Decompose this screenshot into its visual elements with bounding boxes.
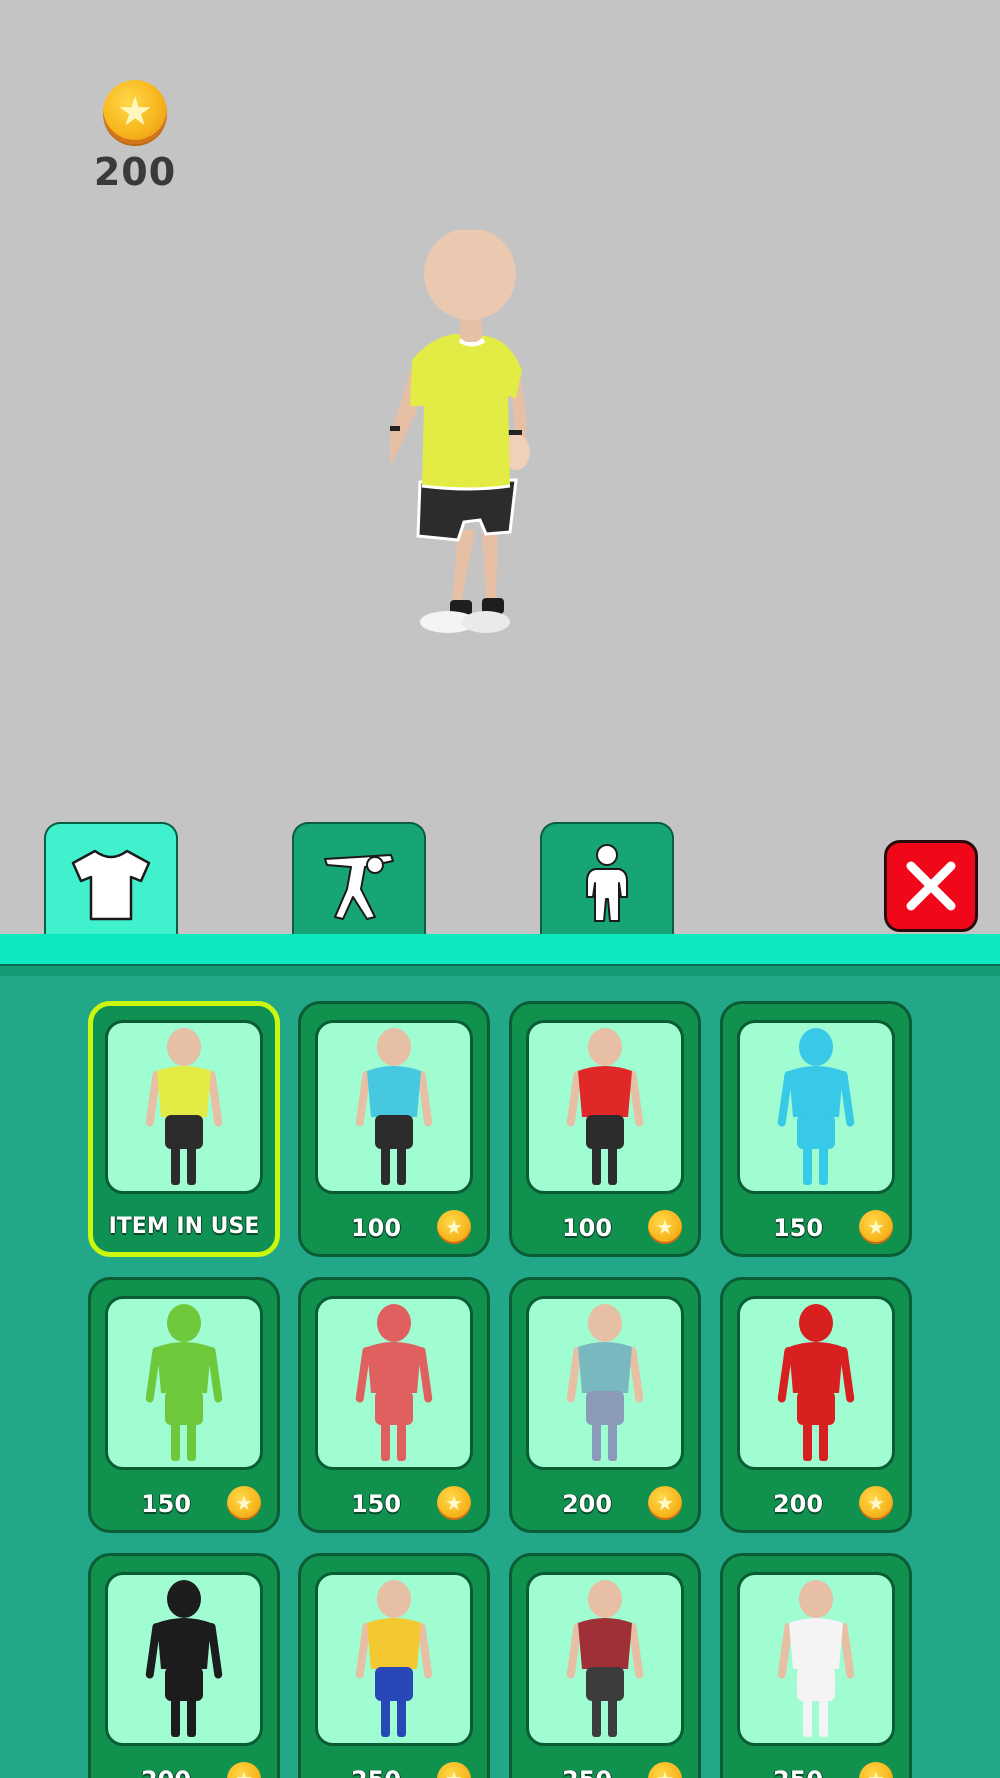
character-figure [566, 1028, 644, 1185]
star-coin-icon: ★ [859, 1486, 893, 1520]
character-figure [355, 1028, 433, 1185]
item-thumbnail [737, 1572, 895, 1746]
item-thumbnail [526, 1296, 684, 1470]
item-price: 200 [121, 1766, 211, 1778]
item-thumbnail [526, 1572, 684, 1746]
item-thumbnail [315, 1296, 473, 1470]
character-figure [777, 1580, 855, 1737]
item-card[interactable]: 250 ★ [509, 1553, 701, 1778]
item-in-use-label: ITEM IN USE [108, 1214, 260, 1239]
character-figure [355, 1304, 433, 1461]
close-icon [906, 861, 956, 911]
star-coin-icon: ★ [859, 1210, 893, 1244]
item-price: 150 [350, 1490, 402, 1518]
item-thumbnail [105, 1296, 263, 1470]
item-thumbnail [315, 1020, 473, 1194]
character-figure [355, 1580, 433, 1737]
star-coin-icon: ★ [437, 1210, 471, 1244]
star-coin-icon: ★ [103, 80, 167, 144]
item-price: 250 [331, 1766, 421, 1778]
tab-characters[interactable] [540, 822, 674, 942]
star-coin-icon: ★ [648, 1486, 682, 1520]
star-coin-icon: ★ [227, 1762, 261, 1778]
star-coin-icon: ★ [437, 1486, 471, 1520]
item-price: 250 [542, 1766, 632, 1778]
item-card[interactable]: 150 ★ [88, 1277, 280, 1533]
star-coin-icon: ★ [648, 1210, 682, 1244]
item-price: 100 [350, 1214, 402, 1242]
item-card[interactable]: 200 ★ [720, 1277, 912, 1533]
item-thumbnail [105, 1572, 263, 1746]
star-coin-icon: ★ [437, 1762, 471, 1778]
star-coin-icon: ★ [227, 1486, 261, 1520]
item-thumbnail [526, 1020, 684, 1194]
item-card[interactable]: 250 ★ [298, 1553, 490, 1778]
item-thumbnail [737, 1296, 895, 1470]
close-button[interactable] [884, 840, 978, 932]
character-figure [145, 1028, 223, 1185]
item-price: 100 [561, 1214, 613, 1242]
item-thumbnail [737, 1020, 895, 1194]
item-price: 150 [140, 1490, 192, 1518]
player-preview [372, 228, 610, 660]
tab-outfits[interactable] [44, 822, 178, 942]
item-thumbnail [315, 1572, 473, 1746]
item-card[interactable]: 100 ★ [298, 1001, 490, 1257]
star-coin-icon: ★ [648, 1762, 682, 1778]
person-icon [586, 844, 628, 922]
star-coin-icon: ★ [859, 1762, 893, 1778]
coin-balance: 200 [93, 150, 177, 194]
item-card[interactable]: 200 ★ [509, 1277, 701, 1533]
character-figure [145, 1304, 223, 1461]
character-figure [777, 1304, 855, 1461]
item-card[interactable]: 150 ★ [720, 1001, 912, 1257]
tshirt-icon [71, 849, 151, 921]
item-price: 200 [772, 1490, 824, 1518]
item-price: 150 [772, 1214, 824, 1242]
character-figure [777, 1028, 855, 1185]
shop-panel-header [0, 934, 1000, 966]
item-card[interactable]: 250 ★ [720, 1553, 912, 1778]
item-card[interactable]: 150 ★ [298, 1277, 490, 1533]
item-thumbnail [105, 1020, 263, 1194]
character-figure [566, 1304, 644, 1461]
item-card-in-use[interactable]: ITEM IN USE [88, 1001, 280, 1257]
item-price: 250 [753, 1766, 843, 1778]
dance-pose-icon [324, 854, 394, 920]
item-card[interactable]: 100 ★ [509, 1001, 701, 1257]
character-figure [566, 1580, 644, 1737]
coin-counter: ★ 200 [80, 80, 190, 194]
item-card[interactable]: 200 ★ [88, 1553, 280, 1778]
character-figure [145, 1580, 223, 1737]
tab-dances[interactable] [292, 822, 426, 942]
item-price: 200 [561, 1490, 613, 1518]
